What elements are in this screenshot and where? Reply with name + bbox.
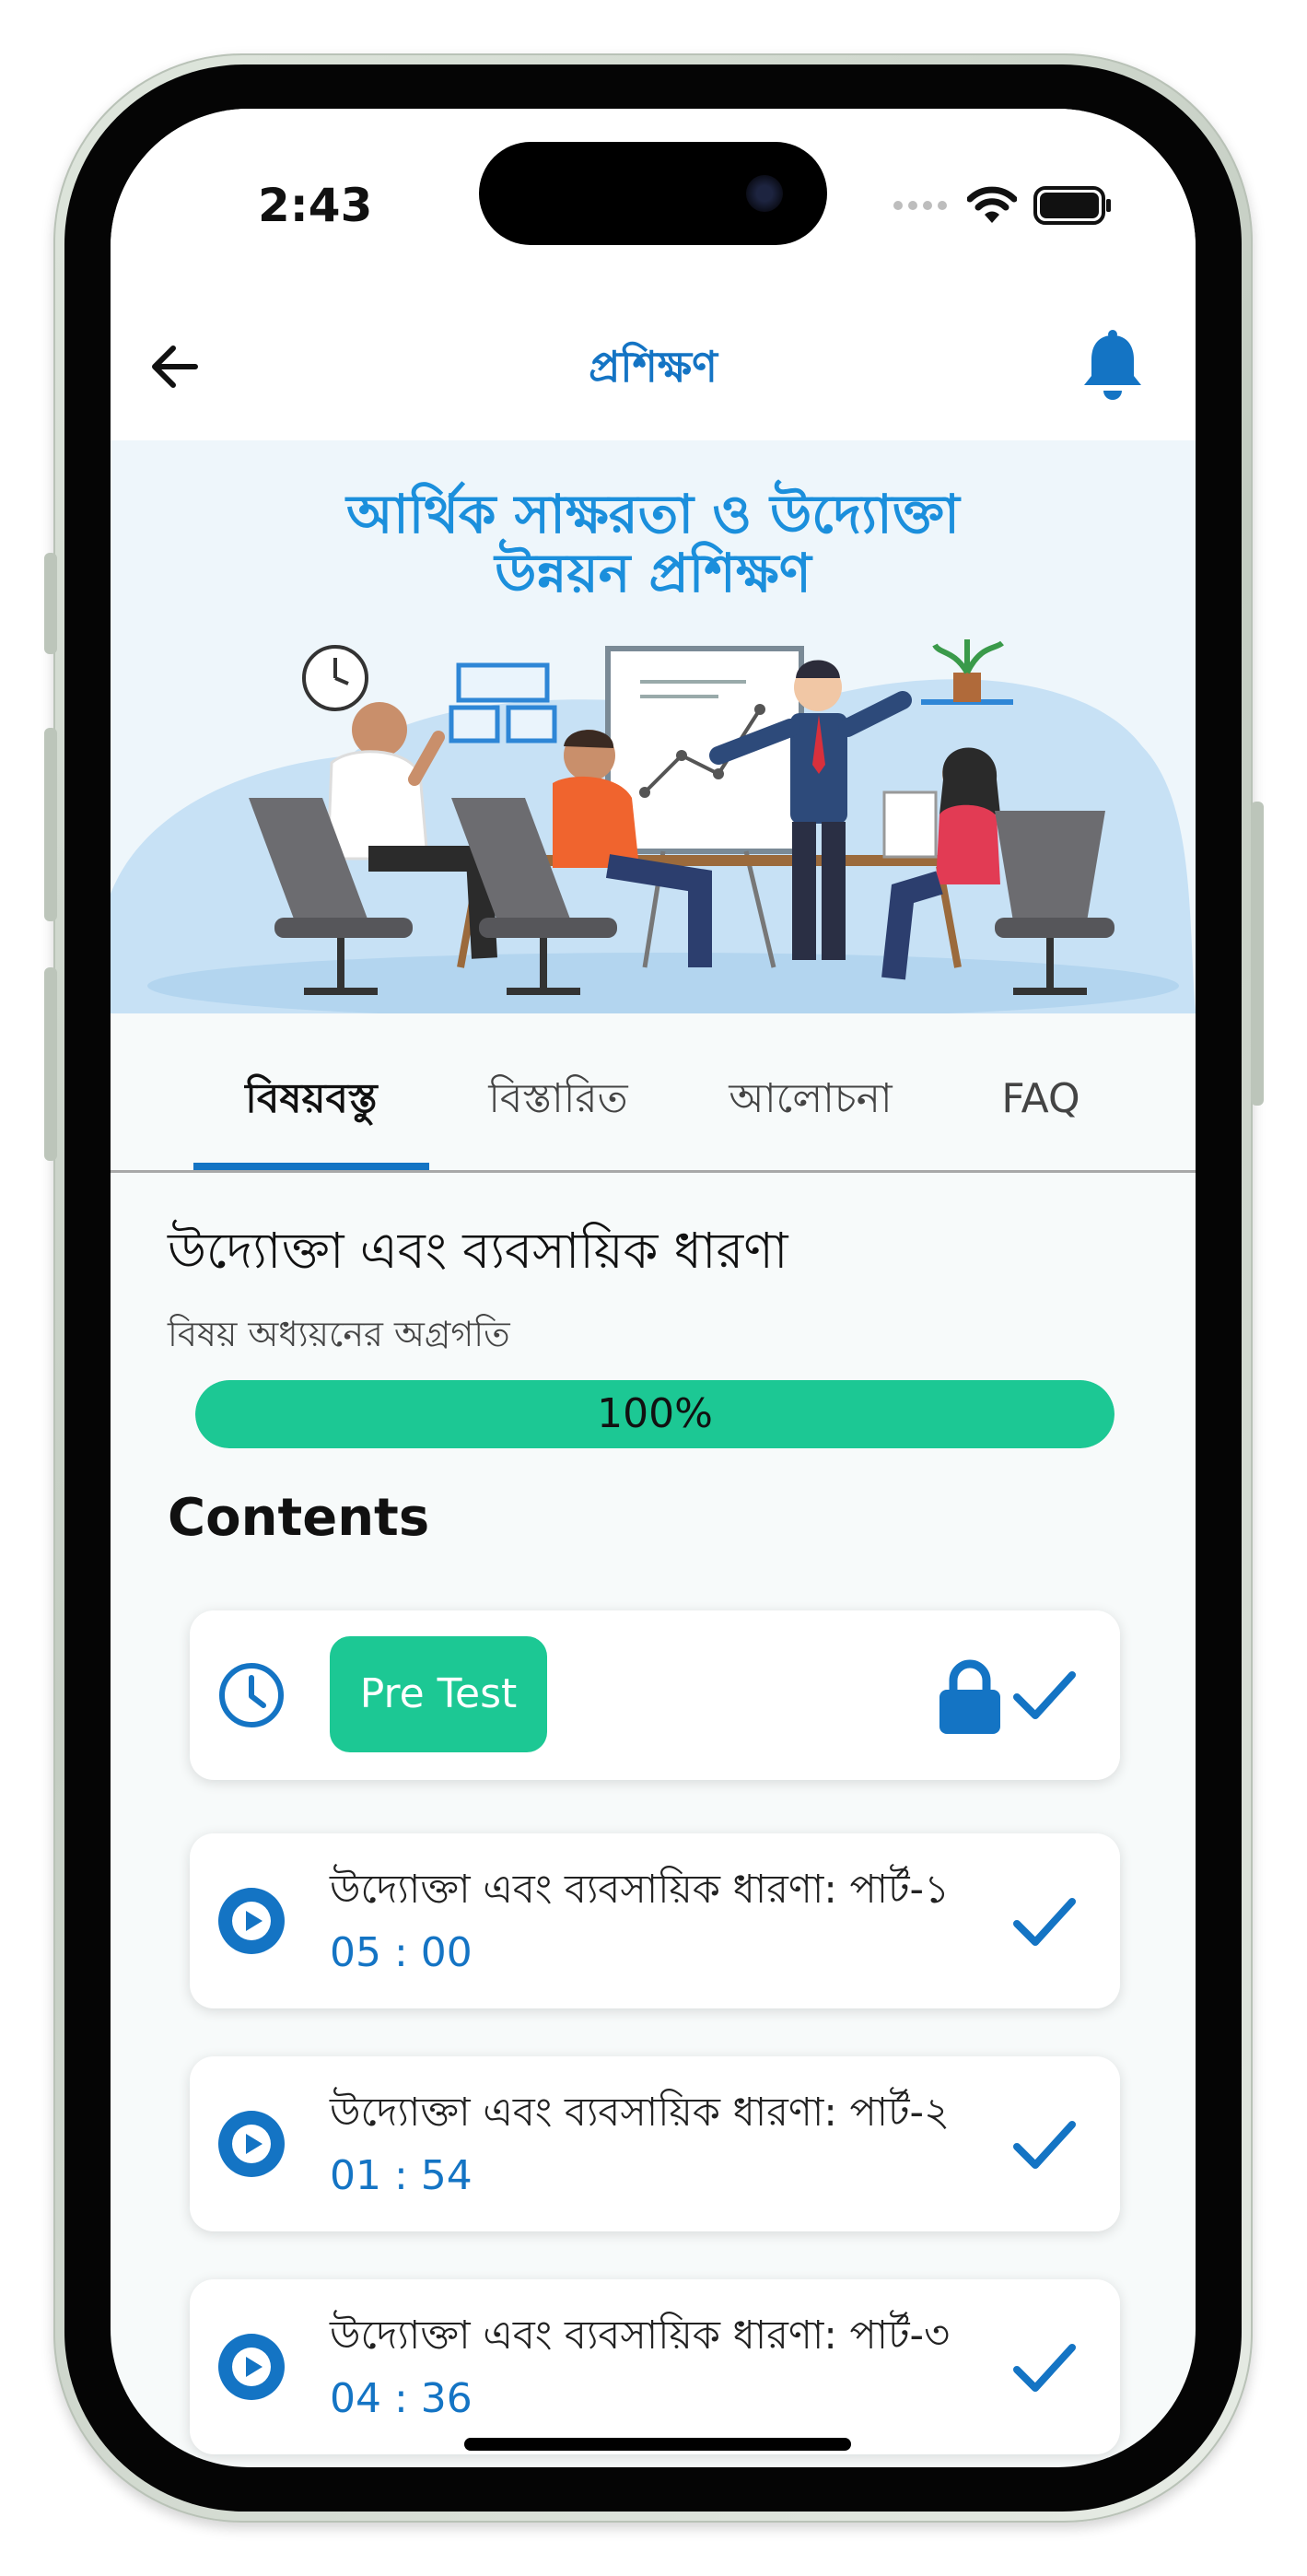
pretest-button[interactable]: Pre Test	[330, 1636, 547, 1752]
lesson-title: উদ্যোক্তা এবং ব্যবসায়িক ধারণা: পার্ট-১	[330, 1867, 950, 1913]
lesson-title: উদ্যোক্তা এবং ব্যবসায়িক ধারণা: পার্ট-২	[330, 2090, 951, 2136]
training-illustration	[111, 639, 1196, 1013]
home-indicator[interactable]	[464, 2438, 851, 2451]
check-icon	[1013, 1898, 1076, 1946]
lesson-duration: 01 : 54	[330, 2152, 473, 2199]
lesson-card[interactable]: উদ্যোক্তা এবং ব্যবসায়িক ধারণা: পার্ট-৩ …	[190, 2279, 1120, 2454]
bell-icon	[1084, 330, 1141, 400]
progress-label: বিষয় অধ্যয়নের অগ্রগতি	[168, 1314, 510, 1354]
tab-details[interactable]: বিস্তারিত	[448, 1067, 669, 1131]
arrow-left-icon	[152, 345, 198, 388]
banner-title-line-2: উন্নয়ন প্রশিক্ষণ	[495, 542, 811, 604]
play-icon[interactable]	[217, 2333, 286, 2401]
back-button[interactable]	[138, 330, 212, 404]
dynamic-island	[479, 142, 827, 245]
page-title: প্রশিক্ষণ	[589, 342, 718, 392]
progress-text: 100%	[597, 1390, 713, 1437]
section-title: উদ্যোক্তা এবং ব্যবসায়িক ধারণা	[168, 1222, 788, 1280]
active-tab-indicator	[193, 1163, 429, 1170]
tab-bar: বিষয়বস্তু বিস্তারিত আলোচনা FAQ	[111, 1013, 1196, 1173]
volume-down-button	[44, 967, 57, 1161]
banner-title-line-1: আর্থিক সাক্ষরতা ও উদ্যোক্তা	[346, 483, 960, 545]
tab-discussion[interactable]: আলোচনা	[682, 1067, 939, 1131]
volume-up-button	[44, 728, 57, 921]
play-icon[interactable]	[217, 1887, 286, 1955]
front-camera	[746, 175, 783, 212]
battery-icon	[1033, 186, 1111, 225]
screen: 2:43 প্রশিক্ষণ আর্থিক সাক্ষরতা ও উদ্যোক্…	[111, 109, 1196, 2467]
lesson-duration: 04 : 36	[330, 2375, 473, 2422]
tab-faq[interactable]: FAQ	[958, 1067, 1124, 1131]
lesson-duration: 05 : 00	[330, 1929, 473, 1976]
play-icon[interactable]	[217, 2110, 286, 2178]
progress-bar: 100%	[195, 1380, 1114, 1448]
signal-icon	[893, 201, 947, 210]
tab-contents[interactable]: বিষয়বস্তু	[193, 1067, 429, 1131]
power-button	[1251, 802, 1264, 1106]
status-time: 2:43	[258, 179, 373, 232]
check-icon	[1013, 2344, 1076, 2392]
clock-icon	[219, 1663, 284, 1727]
app-header: প্রশিক্ষণ	[111, 293, 1196, 440]
check-icon	[1013, 1671, 1076, 1719]
pretest-card[interactable]: Pre Test	[190, 1610, 1120, 1780]
status-icons	[892, 182, 1113, 228]
check-icon	[1013, 2121, 1076, 2169]
notification-button[interactable]	[1076, 328, 1149, 405]
lesson-card[interactable]: উদ্যোক্তা এবং ব্যবসায়িক ধারণা: পার্ট-২ …	[190, 2056, 1120, 2231]
action-button	[44, 553, 57, 654]
lesson-title: উদ্যোক্তা এবং ব্যবসায়িক ধারণা: পার্ট-৩	[330, 2313, 951, 2359]
status-bar: 2:43	[111, 109, 1196, 293]
course-banner: আর্থিক সাক্ষরতা ও উদ্যোক্তা উন্নয়ন প্রশ…	[111, 440, 1196, 1013]
contents-heading: Contents	[168, 1488, 430, 1548]
lock-icon	[939, 1659, 1000, 1734]
wifi-icon	[967, 186, 1017, 223]
lesson-card[interactable]: উদ্যোক্তা এবং ব্যবসায়িক ধারণা: পার্ট-১ …	[190, 1833, 1120, 2008]
